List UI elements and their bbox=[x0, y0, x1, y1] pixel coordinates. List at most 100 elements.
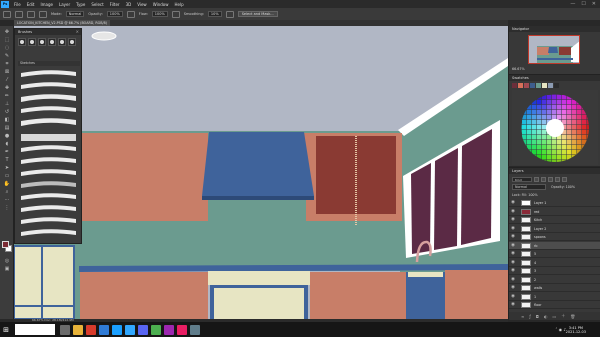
mode-select[interactable]: Normal bbox=[65, 11, 85, 17]
swatch-cell[interactable] bbox=[582, 135, 587, 140]
visibility-eye-icon[interactable]: ◉ bbox=[511, 285, 517, 291]
history-brush-tool-icon[interactable]: ↺ bbox=[3, 109, 11, 115]
swatch-cell[interactable] bbox=[522, 120, 527, 125]
swatch-cell[interactable] bbox=[567, 145, 572, 150]
swatch-cell[interactable] bbox=[537, 125, 542, 130]
swatch-cell[interactable] bbox=[552, 100, 557, 105]
layer-blend-mode[interactable]: Normal bbox=[512, 184, 546, 190]
swatch-cell[interactable] bbox=[522, 130, 527, 135]
navigator-zoom[interactable]: 66.67% bbox=[512, 67, 525, 71]
swatch-cell[interactable] bbox=[577, 135, 582, 140]
app-icon-green[interactable] bbox=[150, 324, 161, 335]
recent-swatch-chip[interactable] bbox=[536, 83, 541, 88]
visibility-eye-icon[interactable]: ◉ bbox=[511, 251, 517, 257]
blur-tool-icon[interactable]: ● bbox=[3, 133, 11, 139]
visibility-eye-icon[interactable]: ◉ bbox=[511, 294, 517, 300]
brush-stroke[interactable] bbox=[21, 82, 76, 89]
clone-stamp-tool-icon[interactable]: ⊥ bbox=[3, 101, 11, 107]
pixel-filter-icon[interactable] bbox=[534, 176, 539, 182]
swatch-cell[interactable] bbox=[577, 145, 582, 150]
app-icon-chat[interactable] bbox=[137, 324, 148, 335]
visibility-eye-icon[interactable]: ◉ bbox=[511, 260, 517, 266]
healing-brush-tool-icon[interactable]: ✚ bbox=[3, 85, 11, 91]
edit-toolbar-icon[interactable]: ⋮ bbox=[3, 205, 11, 211]
home-icon[interactable] bbox=[3, 10, 11, 18]
swatch-cell[interactable] bbox=[542, 130, 547, 135]
layer-row[interactable]: ◉ 1 bbox=[509, 293, 600, 301]
brush-preset[interactable] bbox=[68, 38, 76, 46]
swatch-cell[interactable] bbox=[547, 155, 552, 160]
adjustment-filter-icon[interactable] bbox=[541, 176, 546, 182]
swatch-cell[interactable] bbox=[572, 120, 577, 125]
swatch-cell[interactable] bbox=[527, 110, 532, 115]
eyedropper-tool-icon[interactable]: ⁄ bbox=[3, 77, 11, 83]
windows-start-icon[interactable]: ⊞ bbox=[0, 322, 12, 337]
pressure-opacity-icon[interactable] bbox=[126, 10, 135, 18]
recent-swatch-chip[interactable] bbox=[524, 83, 529, 88]
swatch-cell[interactable] bbox=[557, 95, 562, 100]
add-mask-icon[interactable]: ◘ bbox=[536, 314, 539, 319]
swatch-cell[interactable] bbox=[557, 105, 562, 110]
recent-swatch-chip[interactable] bbox=[542, 83, 547, 88]
menu-layer[interactable]: Layer bbox=[56, 2, 73, 7]
swatch-cell[interactable] bbox=[542, 135, 547, 140]
brush-stroke[interactable] bbox=[21, 169, 76, 176]
smoothing-gear-icon[interactable] bbox=[225, 10, 234, 18]
brush-stroke[interactable] bbox=[21, 70, 76, 77]
swatch-cell[interactable] bbox=[552, 145, 557, 150]
swatch-cell[interactable] bbox=[557, 150, 562, 155]
swatch-cell[interactable] bbox=[542, 120, 547, 125]
brush-tool-icon[interactable]: ✏ bbox=[3, 93, 11, 99]
swatch-cell[interactable] bbox=[547, 140, 552, 145]
recent-swatch-chip[interactable] bbox=[554, 83, 559, 88]
quick-mask-icon[interactable]: ◎ bbox=[3, 258, 11, 264]
swatch-cell[interactable] bbox=[547, 150, 552, 155]
swatch-cell[interactable] bbox=[537, 145, 542, 150]
menu-type[interactable]: Type bbox=[73, 2, 88, 7]
shape-filter-icon[interactable] bbox=[555, 176, 560, 182]
taskbar-search-box[interactable] bbox=[15, 324, 55, 335]
recent-swatch-chip[interactable] bbox=[512, 83, 517, 88]
brush-settings-icon[interactable] bbox=[39, 10, 47, 18]
select-and-mask-button[interactable]: Select and Mask... bbox=[237, 11, 278, 17]
swatch-cell[interactable] bbox=[572, 140, 577, 145]
layer-lock-fill[interactable]: Lock: Fill: 100% bbox=[512, 192, 538, 198]
new-group-icon[interactable]: ▭ bbox=[552, 314, 556, 319]
swatch-cell[interactable] bbox=[557, 100, 562, 105]
menu-select[interactable]: Select bbox=[88, 2, 106, 7]
swatch-cell[interactable] bbox=[542, 140, 547, 145]
swatch-cell[interactable] bbox=[572, 110, 577, 115]
swatch-cell[interactable] bbox=[522, 125, 527, 130]
swatch-cell[interactable] bbox=[537, 105, 542, 110]
brush-stroke[interactable] bbox=[21, 205, 76, 212]
task-view-icon[interactable] bbox=[59, 324, 70, 335]
visibility-eye-icon[interactable]: ◉ bbox=[511, 234, 517, 240]
swatch-cell[interactable] bbox=[572, 130, 577, 135]
type-tool-icon[interactable]: T bbox=[3, 157, 11, 163]
visibility-eye-icon[interactable]: ◉ bbox=[511, 268, 517, 274]
taskbar-clock[interactable]: 3:41 PM 2021-12-03 bbox=[566, 326, 600, 334]
layer-row[interactable]: ◉ 5 bbox=[509, 250, 600, 258]
swatch-cell[interactable] bbox=[582, 120, 587, 125]
swatch-cell[interactable] bbox=[562, 105, 567, 110]
layer-row[interactable]: ◉ 3 bbox=[509, 267, 600, 275]
swatch-cell[interactable] bbox=[557, 115, 562, 120]
swatch-cell[interactable] bbox=[542, 145, 547, 150]
airbrush-icon[interactable] bbox=[171, 10, 180, 18]
swatch-cell[interactable] bbox=[532, 125, 537, 130]
swatch-cell[interactable] bbox=[577, 115, 582, 120]
swatch-cell[interactable] bbox=[557, 155, 562, 160]
app-icon-pink[interactable] bbox=[176, 324, 187, 335]
eraser-tool-icon[interactable]: ◧ bbox=[3, 117, 11, 123]
swatch-cell[interactable] bbox=[547, 115, 552, 120]
minimize-button[interactable]: — bbox=[570, 1, 575, 7]
delete-layer-icon[interactable]: 🗑 bbox=[570, 314, 575, 319]
swatch-cell[interactable] bbox=[572, 125, 577, 130]
layer-style-icon[interactable]: ƒ bbox=[529, 314, 530, 319]
app-icon-red[interactable] bbox=[85, 324, 96, 335]
layer-row[interactable]: ◉ spoons bbox=[509, 233, 600, 241]
visibility-eye-icon[interactable]: ◉ bbox=[511, 200, 517, 206]
brush-stroke[interactable] bbox=[21, 118, 76, 126]
swatch-cell[interactable] bbox=[552, 140, 557, 145]
layer-row[interactable]: ◉ rb bbox=[509, 241, 600, 250]
